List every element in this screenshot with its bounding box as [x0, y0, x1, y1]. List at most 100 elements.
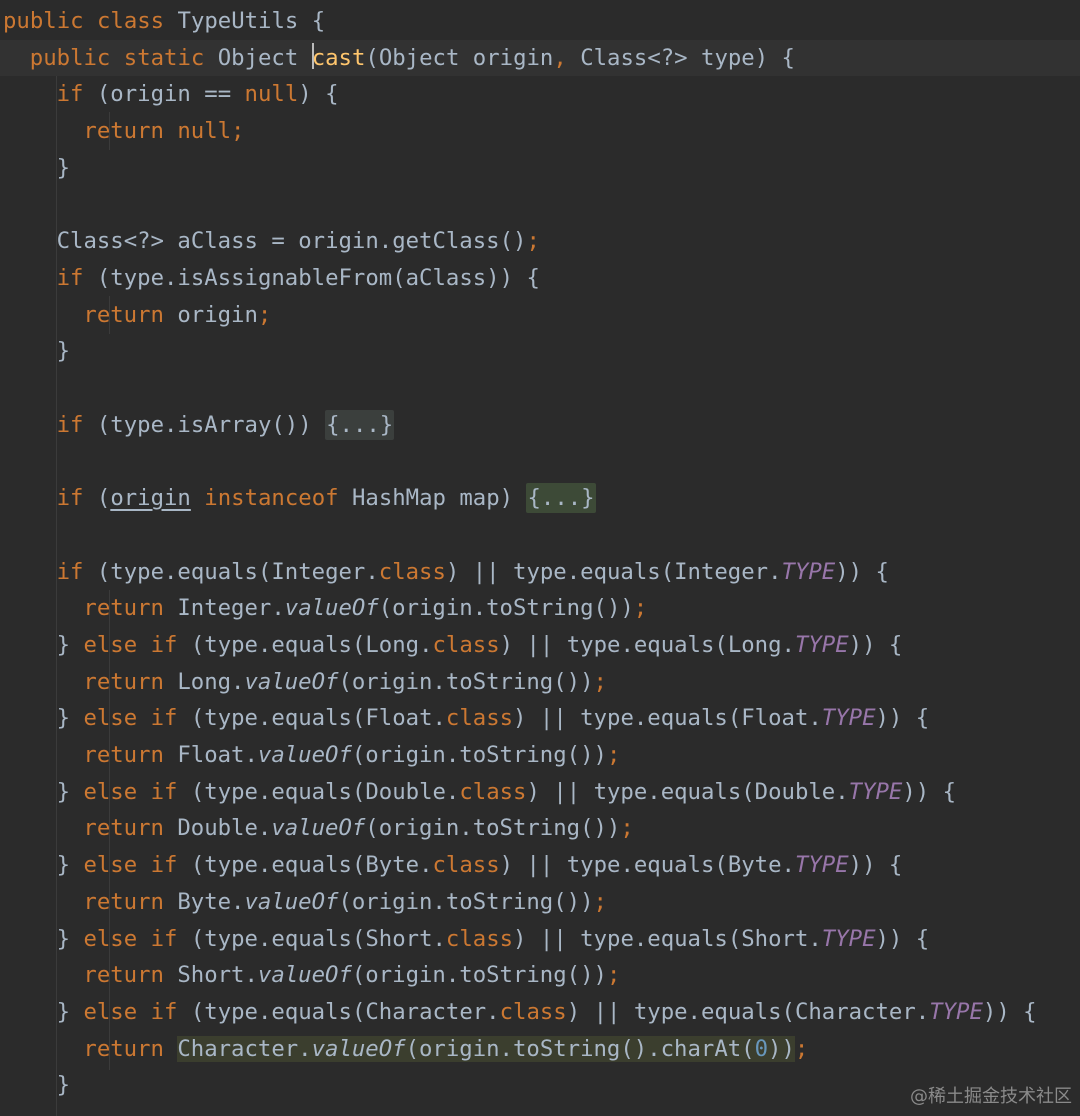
code-line[interactable]: return Integer.valueOf(origin.toString()… [0, 590, 1080, 626]
folded-block[interactable]: {...} [325, 409, 395, 440]
code-token: return null; [83, 118, 245, 145]
code-token: (type.equals(Long. [190, 631, 433, 658]
code-editor[interactable]: public class TypeUtils {public static Ob… [0, 0, 1080, 1116]
code-token: )) { [835, 558, 889, 585]
code-token: class [432, 631, 500, 658]
code-token: (Object origin [365, 44, 554, 71]
code-token: (origin == [96, 81, 245, 108]
code-token: (origin.toString()) [378, 595, 634, 622]
code-token: class [499, 998, 567, 1025]
code-token: else if [83, 705, 191, 732]
code-line[interactable]: } else if (type.equals(Byte.class) || ty… [0, 847, 1080, 883]
code-token: valueOf [257, 962, 352, 989]
code-line[interactable]: public static Object cast(Object origin,… [0, 39, 1080, 76]
code-token: (origin.toString()) [365, 815, 621, 842]
folded-block[interactable]: {...} [526, 483, 596, 514]
code-line[interactable] [0, 370, 1080, 406]
code-token: class [432, 852, 500, 879]
code-token: return [83, 815, 178, 842]
code-token: TypeUtils { [177, 8, 326, 34]
code-token: )) { [848, 852, 903, 879]
code-token: if [56, 558, 97, 585]
code-token: else if [83, 998, 191, 1025]
code-token: cast [311, 44, 366, 71]
code-line[interactable]: } else if (type.equals(Character.class) … [0, 994, 1080, 1030]
code-token: return [83, 888, 178, 915]
code-token: TYPE [794, 631, 849, 658]
code-line[interactable]: } else if (type.equals(Double.class) || … [0, 774, 1080, 810]
code-line[interactable]: if (type.isArray()) {...} [0, 407, 1080, 443]
code-token: else if [83, 778, 191, 805]
code-token: Object [217, 44, 312, 71]
code-token: TYPE [821, 925, 876, 952]
code-token: Float. [177, 742, 258, 768]
code-token: ; [606, 962, 621, 989]
code-token: ; [593, 888, 607, 915]
code-token: Class<?> aClass = origin.getClass() [56, 228, 527, 255]
code-token: return [83, 1035, 178, 1062]
code-token: if [56, 81, 97, 108]
code-token: return [83, 668, 178, 695]
code-line[interactable] [0, 443, 1080, 479]
code-line[interactable]: public class TypeUtils { [0, 3, 1080, 39]
code-token: (type.equals(Integer. [96, 558, 379, 585]
code-token: instanceof [204, 485, 352, 512]
code-token: )) { [875, 925, 930, 952]
code-token: (origin.toString().charAt( [405, 1035, 755, 1062]
code-token: ) || type.equals(Byte. [499, 852, 795, 879]
code-token: } [56, 1072, 71, 1099]
code-line[interactable]: return Long.valueOf(origin.toString()); [0, 664, 1080, 700]
code-token: (type.equals(Short. [190, 925, 446, 952]
code-line[interactable]: if (type.equals(Integer.class) || type.e… [0, 554, 1080, 590]
code-token: } [56, 631, 84, 658]
code-line[interactable]: if (origin == null) { [0, 76, 1080, 112]
code-token: valueOf [311, 1035, 406, 1062]
code-token: (type.equals(Character. [190, 998, 500, 1025]
code-line[interactable]: if (origin instanceof HashMap map) {...} [0, 480, 1080, 516]
code-token: } [56, 998, 84, 1025]
code-token: TYPE [794, 852, 849, 879]
code-token: ) || type.equals(Float. [513, 705, 822, 732]
code-line[interactable]: } [0, 150, 1080, 186]
code-line[interactable]: return null; [0, 113, 1080, 149]
code-token: ; [593, 668, 607, 695]
code-token: valueOf [271, 815, 366, 842]
code-token: ; [794, 1035, 809, 1062]
code-token: , [553, 44, 581, 71]
code-line[interactable]: } [0, 333, 1080, 369]
code-line[interactable]: if (type.isAssignableFrom(aClass)) { [0, 260, 1080, 296]
code-token: valueOf [257, 742, 352, 768]
code-token: TYPE [821, 705, 876, 732]
code-token: (type.equals(Byte. [190, 852, 433, 879]
code-line[interactable] [0, 517, 1080, 553]
code-token: (origin.toString()) [351, 742, 607, 768]
code-line[interactable]: } else if (type.equals(Long.class) || ty… [0, 627, 1080, 663]
code-line[interactable]: return Short.valueOf(origin.toString()); [0, 957, 1080, 993]
code-line[interactable]: return Character.valueOf(origin.toString… [0, 1031, 1080, 1067]
code-token: } [56, 925, 84, 952]
code-line[interactable] [0, 187, 1080, 223]
watermark: @稀土掘金技术社区 [910, 1086, 1072, 1107]
code-line[interactable]: Class<?> aClass = origin.getClass(); [0, 223, 1080, 259]
code-token: else if [83, 631, 191, 658]
code-line[interactable]: } else if (type.equals(Float.class) || t… [0, 700, 1080, 736]
code-token: else if [83, 852, 191, 879]
code-token: ) { [298, 81, 339, 108]
code-token: Byte. [177, 888, 245, 915]
code-token: ) || type.equals(Integer. [445, 558, 782, 585]
code-line[interactable]: return Byte.valueOf(origin.toString()); [0, 884, 1080, 920]
code-token: 0 [754, 1035, 769, 1062]
code-line[interactable]: return Float.valueOf(origin.toString()); [0, 737, 1080, 773]
code-token: class [459, 778, 527, 805]
code-token: origin [110, 485, 191, 512]
code-line[interactable]: } else if (type.equals(Short.class) || t… [0, 921, 1080, 957]
code-token: ; [526, 228, 540, 255]
code-token: (origin.toString()) [338, 668, 594, 695]
code-line[interactable]: return Double.valueOf(origin.toString())… [0, 810, 1080, 846]
code-token: } [56, 778, 84, 805]
code-token: return [83, 962, 178, 989]
code-line[interactable]: return origin; [0, 297, 1080, 333]
code-token: TYPE [848, 778, 903, 805]
code-token: public class [3, 8, 178, 34]
